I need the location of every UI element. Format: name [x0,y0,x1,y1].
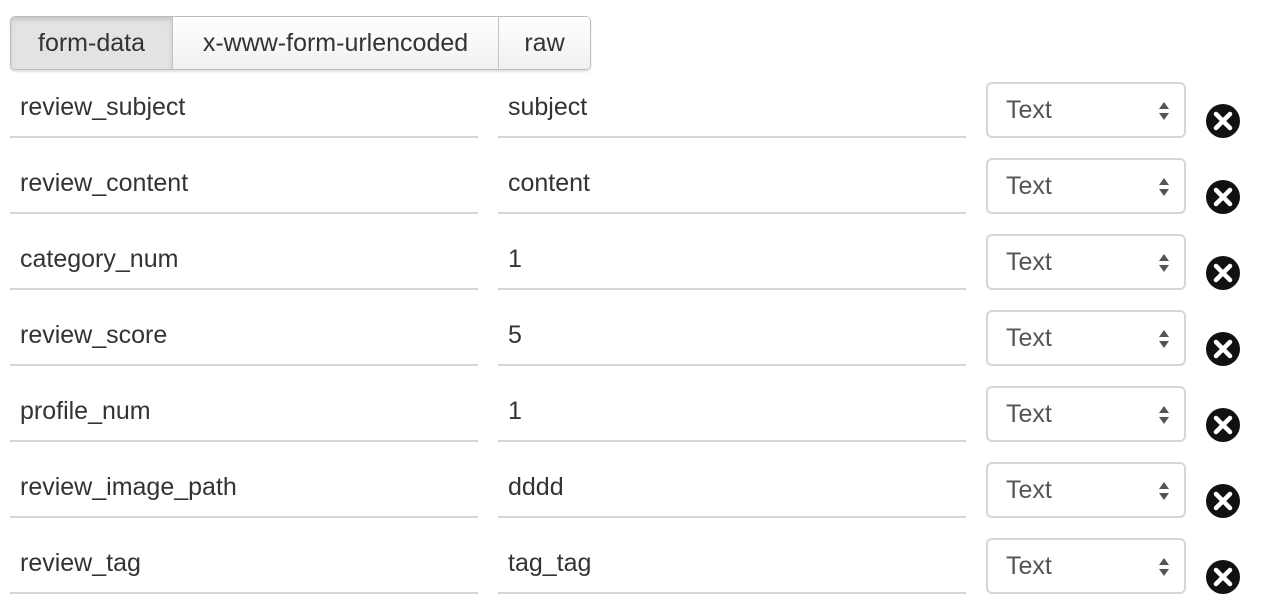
updown-arrows-icon [1159,178,1169,196]
value-input[interactable] [498,386,966,442]
tab-form-data[interactable]: form-data [11,17,173,69]
close-circle-icon[interactable] [1205,483,1241,519]
value-input[interactable] [498,82,966,138]
form-data-rows: Text Text Text Text [0,72,1276,604]
tab-x-www-form-urlencoded[interactable]: x-www-form-urlencoded [173,17,499,69]
updown-arrows-icon [1159,254,1169,272]
body-type-tabs: form-data x-www-form-urlencoded raw [10,16,591,70]
close-circle-icon[interactable] [1205,255,1241,291]
type-select-value: Text [1006,247,1052,276]
key-input[interactable] [10,234,478,290]
type-select[interactable]: Text [986,462,1186,518]
form-data-row: Text [0,148,1276,224]
type-select-value: Text [1006,323,1052,352]
type-select-value: Text [1006,475,1052,504]
type-select[interactable]: Text [986,234,1186,290]
value-input[interactable] [498,462,966,518]
updown-arrows-icon [1159,558,1169,576]
updown-arrows-icon [1159,406,1169,424]
close-circle-icon[interactable] [1205,331,1241,367]
updown-arrows-icon [1159,330,1169,348]
type-select[interactable]: Text [986,158,1186,214]
value-input[interactable] [498,538,966,594]
key-input[interactable] [10,310,478,366]
close-circle-icon[interactable] [1205,103,1241,139]
value-input[interactable] [498,234,966,290]
value-input[interactable] [498,158,966,214]
type-select-value: Text [1006,171,1052,200]
key-input[interactable] [10,386,478,442]
form-data-row: Text [0,72,1276,148]
type-select[interactable]: Text [986,538,1186,594]
form-data-row: Text [0,452,1276,528]
key-input[interactable] [10,82,478,138]
type-select-value: Text [1006,399,1052,428]
close-circle-icon[interactable] [1205,179,1241,215]
form-data-row: Text [0,376,1276,452]
form-data-row: Text [0,300,1276,376]
close-circle-icon[interactable] [1205,559,1241,595]
form-data-row: Text [0,528,1276,604]
type-select[interactable]: Text [986,386,1186,442]
tab-raw[interactable]: raw [499,17,590,69]
updown-arrows-icon [1159,482,1169,500]
key-input[interactable] [10,538,478,594]
value-input[interactable] [498,310,966,366]
type-select[interactable]: Text [986,310,1186,366]
close-circle-icon[interactable] [1205,407,1241,443]
key-input[interactable] [10,462,478,518]
form-data-row: Text [0,224,1276,300]
updown-arrows-icon [1159,102,1169,120]
type-select-value: Text [1006,551,1052,580]
key-input[interactable] [10,158,478,214]
type-select-value: Text [1006,95,1052,124]
type-select[interactable]: Text [986,82,1186,138]
